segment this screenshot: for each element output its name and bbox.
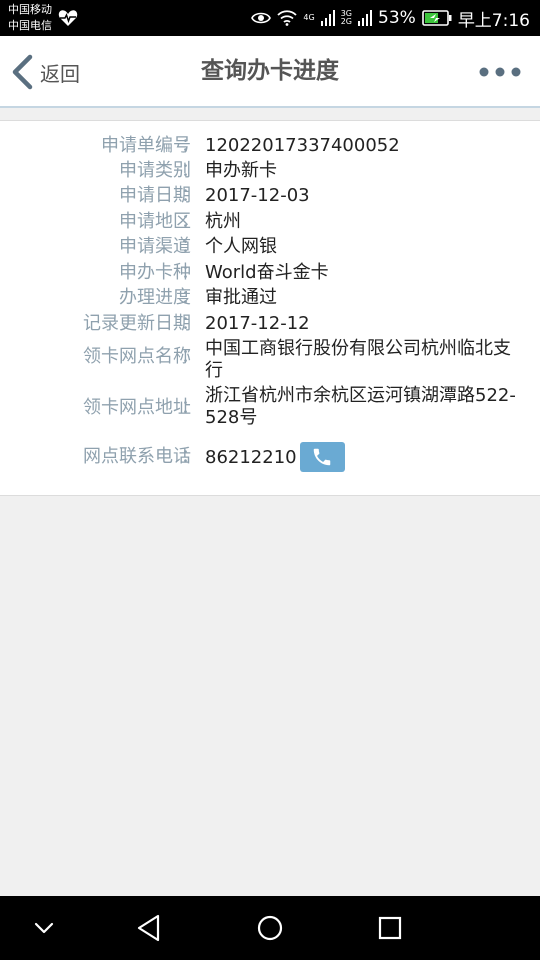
detail-colon: ： (181, 346, 199, 367)
phone-number: 86212210 (205, 446, 297, 468)
signal-icon (358, 10, 373, 26)
detail-colon: ： (181, 135, 199, 156)
detail-label: 记录更新日期 (83, 313, 191, 334)
carrier-info: 中国移动 中国电信 (8, 2, 52, 34)
detail-colon: ： (181, 287, 199, 308)
detail-label: 申办卡种 (119, 262, 191, 283)
detail-value: World奋斗金卡 (205, 262, 329, 283)
detail-label: 网点联系电话 (83, 446, 191, 467)
detail-label: 领卡网点名称 (83, 346, 191, 367)
detail-colon: ： (181, 313, 199, 334)
detail-value: 申办新卡 (205, 160, 277, 181)
detail-colon: ： (181, 160, 199, 181)
network-type-1: 4G (303, 13, 315, 22)
status-right: 4G 3G 2G 53% 早上7:16 (251, 0, 530, 36)
detail-value: 2017-12-12 (205, 313, 310, 334)
detail-colon: ： (181, 211, 199, 232)
detail-label: 领卡网点地址 (83, 397, 191, 418)
application-details-card: 申请单编号 ： 12022017337400052 申请类别 ： 申办新卡 申请… (0, 120, 540, 496)
battery-percent: 53% (378, 8, 416, 28)
back-triangle-icon[interactable] (132, 910, 168, 946)
detail-colon: ： (181, 262, 199, 283)
phone-value-wrap: 86212210 (205, 442, 345, 472)
detail-value: 个人网银 (205, 236, 277, 257)
call-button[interactable] (299, 442, 345, 472)
carrier-2: 中国电信 (8, 19, 52, 32)
detail-label: 申请地区 (119, 211, 191, 232)
clock: 早上7:16 (457, 10, 530, 31)
detail-label: 申请渠道 (119, 236, 191, 257)
wifi-icon (277, 10, 298, 26)
detail-value: 12022017337400052 (205, 135, 400, 156)
detail-label: 申请单编号 (101, 135, 191, 156)
detail-colon: ： (181, 397, 199, 418)
home-circle-icon[interactable] (252, 910, 288, 946)
detail-value: 中国工商银行股份有限公司杭州临北支行 (205, 338, 511, 381)
network-type-2: 3G 2G (340, 9, 353, 26)
signal-icon (320, 10, 335, 26)
eye-icon (251, 12, 272, 24)
detail-label: 申请类别 (119, 160, 191, 181)
carrier-1: 中国移动 (8, 3, 52, 16)
phone-icon (313, 448, 331, 466)
detail-label: 办理进度 (119, 287, 191, 308)
collapse-icon[interactable] (26, 910, 62, 946)
detail-colon: ： (181, 185, 199, 206)
detail-value: 浙江省杭州市余杭区运河镇湖潭路522-528号 (205, 385, 516, 428)
detail-label: 申请日期 (119, 185, 191, 206)
navigation-bar (0, 896, 540, 960)
status-bar: 中国移动 中国电信 4G 3G 2G 53% 早上7:16 (0, 0, 540, 36)
header: 返回 查询办卡进度 (0, 36, 540, 108)
detail-value: 2017-12-03 (205, 185, 310, 206)
detail-value: 杭州 (205, 211, 241, 232)
more-dots-icon[interactable] (478, 64, 522, 80)
recents-square-icon[interactable] (372, 910, 408, 946)
detail-colon: ： (181, 236, 199, 257)
detail-colon: ： (181, 446, 199, 467)
heart-rate-icon (58, 10, 78, 26)
detail-value: 审批通过 (205, 287, 277, 308)
page-title: 查询办卡进度 (201, 58, 339, 84)
battery-charging-icon (422, 10, 452, 26)
